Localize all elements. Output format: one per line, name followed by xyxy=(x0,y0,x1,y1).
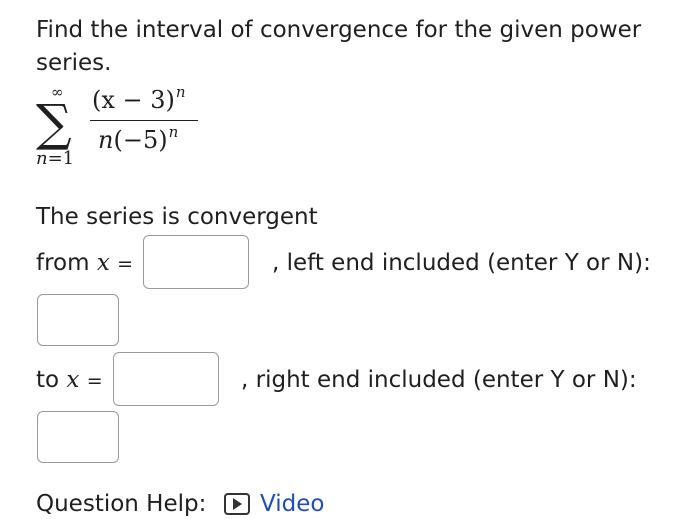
question-prompt: Find the interval of convergence for the… xyxy=(36,17,642,76)
video-link-label: Video xyxy=(260,491,325,517)
from-word: from xyxy=(36,250,90,276)
from-x-input[interactable] xyxy=(143,235,249,289)
denominator-coefficient: n xyxy=(98,126,114,154)
sum-index-start: =1 xyxy=(47,148,75,169)
question-help-label: Question Help: xyxy=(36,491,207,517)
denominator-base: (−5) xyxy=(113,126,168,154)
power-series-formula: ∞ ∑ n=1 (x − 3)n n(−5)n xyxy=(32,83,222,176)
left-end-included-input[interactable] xyxy=(37,294,119,346)
to-x-input[interactable] xyxy=(113,352,219,406)
from-label: from x = xyxy=(36,248,133,279)
from-equals: = xyxy=(117,253,134,275)
sum-index-var: n xyxy=(36,148,48,169)
to-variable: x xyxy=(66,367,80,393)
sigma-symbol: ∑ xyxy=(36,94,72,152)
numerator-exponent: n xyxy=(175,83,186,101)
convergent-statement: The series is convergent xyxy=(36,204,318,230)
numerator-base: (x − 3) xyxy=(92,86,175,114)
sum-lower-limit: n=1 xyxy=(36,150,74,168)
right-end-label: , right end included (enter Y or N): xyxy=(241,367,637,393)
to-label: to x = xyxy=(36,365,103,396)
right-end-included-input[interactable] xyxy=(37,411,119,463)
play-video-icon xyxy=(224,493,250,515)
left-end-label: , left end included (enter Y or N): xyxy=(272,250,651,276)
video-link[interactable]: Video xyxy=(224,489,324,519)
to-equals: = xyxy=(86,370,103,392)
from-variable: x xyxy=(96,250,110,276)
fraction-bar xyxy=(90,120,198,121)
to-word: to xyxy=(36,367,60,393)
fraction-denominator: n(−5)n xyxy=(98,123,179,157)
denominator-exponent: n xyxy=(168,123,179,141)
fraction-numerator: (x − 3)n xyxy=(92,83,186,117)
